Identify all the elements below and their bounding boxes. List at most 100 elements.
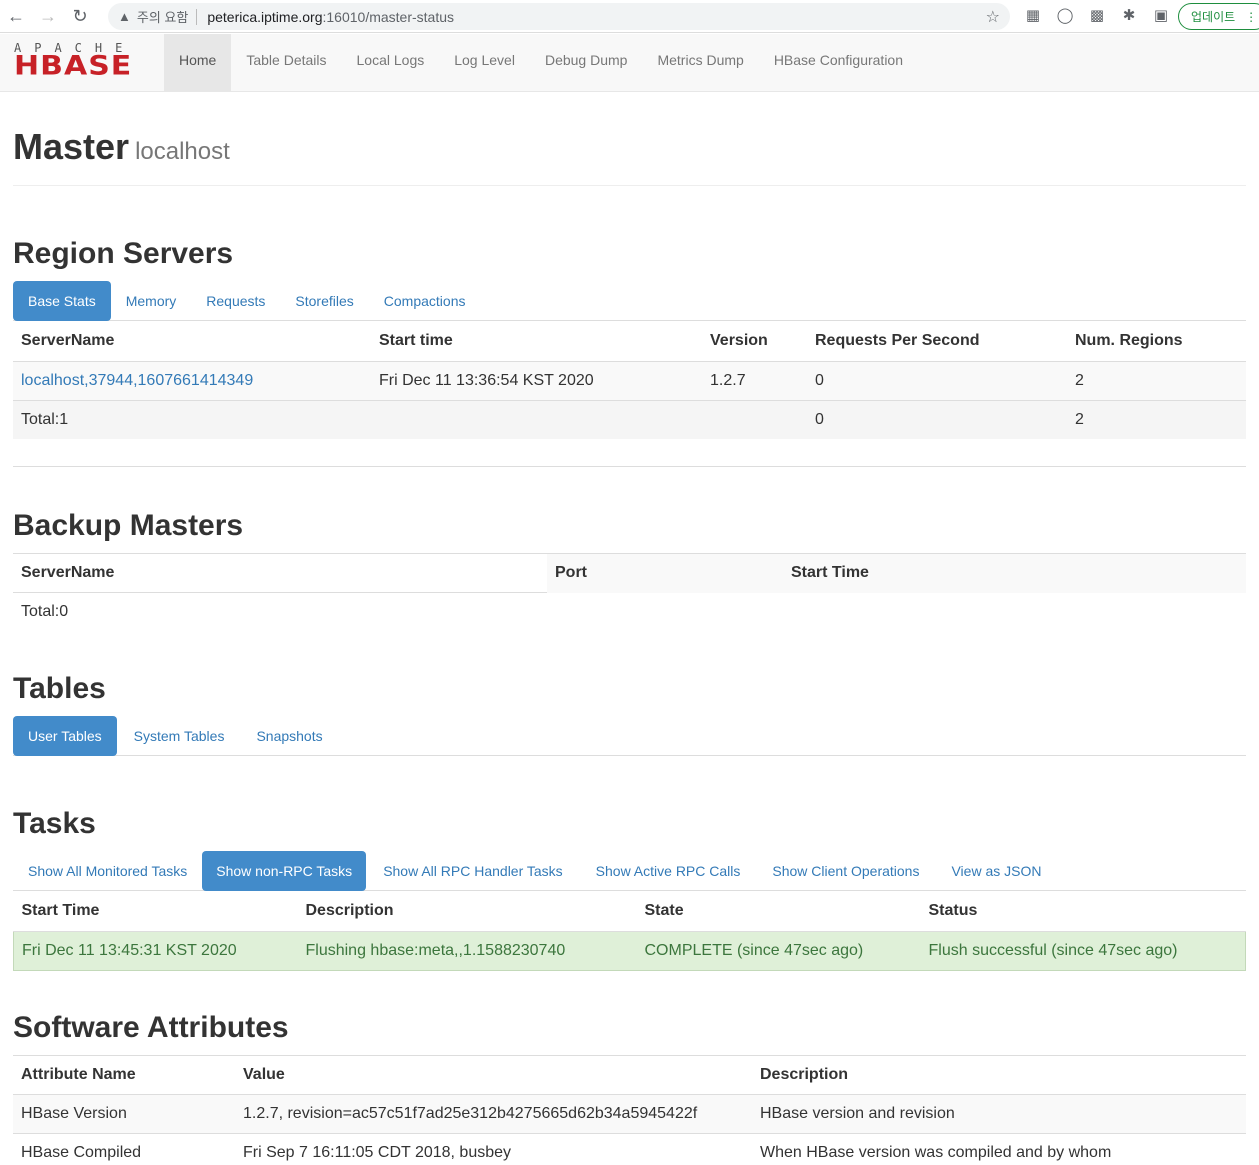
extension-box-icon[interactable]: ▣ [1152,7,1170,25]
not-secure-label: 주의 요함 [136,10,189,25]
tasks-tabs: Show All Monitored Tasks Show non-RPC Ta… [13,851,1246,891]
extension-circle-icon[interactable]: ◯ [1056,7,1074,25]
column-header: Value [235,1055,752,1095]
tab-client-operations[interactable]: Show Client Operations [756,851,935,891]
forward-icon[interactable]: → [32,0,64,33]
region-servers-heading: Region Servers [13,237,234,270]
tab-rpc-handler-tasks[interactable]: Show All RPC Handler Tasks [366,851,579,891]
tab-all-monitored-tasks[interactable]: Show All Monitored Tasks [13,851,202,891]
attribute-description-cell: When HBase version was compiled and by w… [752,1133,1246,1165]
column-header: Start Time [783,553,1246,593]
table-header-row: Start Time Description State Status [13,892,1246,932]
table-header-row: Attribute Name Value Description [13,1055,1246,1095]
url-path: :16010/master-status [322,8,455,25]
column-header: ServerName [13,553,547,593]
section-divider [13,466,1246,467]
tables-heading: Tables [13,672,106,705]
page-title-text: Master [13,126,130,167]
page-header: Master localhost [13,126,1246,186]
empty-cell [783,592,1246,632]
total-regions: 2 [1067,399,1246,439]
nav-links: Home Table Details Local Logs Log Level … [164,34,918,92]
region-servers-table: ServerName Start time Version Requests P… [13,322,1246,439]
empty-cell [547,592,783,632]
column-header: Version [702,322,807,362]
tab-storefiles[interactable]: Storefiles [280,281,368,321]
browser-toolbar: ← → ↻ ▲ 주의 요함 peterica.iptime.org:16010/… [0,0,1259,33]
tab-system-tables[interactable]: System Tables [117,716,242,756]
tab-active-rpc-calls[interactable]: Show Active RPC Calls [580,851,757,891]
backup-masters-table: ServerName Port Start Time Total:0 [13,553,1246,632]
empty-cell [371,399,702,439]
table-row: HBase Version 1.2.7, revision=ac57c51f7a… [13,1094,1246,1134]
column-header: Start Time [13,892,298,932]
backup-masters-heading: Backup Masters [13,509,244,542]
update-button[interactable]: 업데이트 ⋮ [1178,3,1259,30]
tasks-table: Start Time Description State Status Fri … [13,892,1246,971]
tab-memory[interactable]: Memory [111,281,192,321]
extension-qr-icon[interactable]: ▦ [1024,7,1042,25]
attribute-value-cell: Fri Sep 7 16:11:05 CDT 2018, busbey [235,1133,752,1165]
page-title: Master localhost [13,126,1246,168]
column-header: ServerName [13,322,371,362]
table-header-row: ServerName Port Start Time [13,553,1246,593]
tab-compactions[interactable]: Compactions [369,281,481,321]
task-status-cell: Flush successful (since 47sec ago) [920,930,1246,971]
nav-hbase-configuration[interactable]: HBase Configuration [759,34,918,92]
nav-local-logs[interactable]: Local Logs [342,34,440,92]
attribute-name-cell: HBase Version [13,1094,235,1134]
column-header: Start time [371,322,702,362]
menu-dots-icon[interactable]: ⋮ [1245,10,1257,24]
attribute-name-cell: HBase Compiled [13,1133,235,1165]
table-row: localhost,37944,1607661414349 Fri Dec 11… [13,360,1246,400]
tab-view-as-json[interactable]: View as JSON [935,851,1057,891]
regions-cell: 2 [1067,360,1246,400]
tables-tabs: User Tables System Tables Snapshots [13,716,1246,756]
version-cell: 1.2.7 [702,360,807,400]
tab-requests[interactable]: Requests [191,281,280,321]
hbase-navbar: APACHE HBASE Home Table Details Local Lo… [0,34,1259,92]
attribute-value-cell: 1.2.7, revision=ac57c51f7ad25e312b427566… [235,1094,752,1134]
software-attributes-heading: Software Attributes [13,1011,289,1044]
table-header-row: ServerName Start time Version Requests P… [13,322,1246,362]
back-icon[interactable]: ← [0,0,32,33]
reload-icon[interactable]: ↻ [64,0,96,33]
rps-cell: 0 [807,360,1067,400]
nav-table-details[interactable]: Table Details [231,34,341,92]
region-servers-tabs: Base Stats Memory Requests Storefiles Co… [13,281,1246,321]
bookmark-star-icon[interactable]: ☆ [986,7,1000,27]
table-row: HBase Compiled Fri Sep 7 16:11:05 CDT 20… [13,1133,1246,1165]
software-attributes-table: Attribute Name Value Description HBase V… [13,1055,1246,1165]
update-label: 업데이트 [1191,10,1236,24]
attribute-description-cell: HBase version and revision [752,1094,1246,1134]
start-time-cell: Fri Dec 11 13:36:54 KST 2020 [371,360,702,400]
nav-home[interactable]: Home [164,34,232,92]
page-subtitle: localhost [135,138,230,165]
tab-snapshots[interactable]: Snapshots [241,716,337,756]
column-header: State [636,892,921,932]
tasks-heading: Tasks [13,807,96,840]
task-description-cell: Flushing hbase:meta,,1.1588230740 [297,930,637,971]
column-header: Port [547,553,783,593]
extension-cast-icon[interactable]: ▩ [1088,7,1106,25]
column-header: Description [752,1055,1246,1095]
tab-user-tables[interactable]: User Tables [13,716,117,756]
column-header: Num. Regions [1067,322,1246,362]
url-host: peterica.iptime.org [207,8,323,25]
total-rps: 0 [807,399,1067,439]
hbase-logo[interactable]: APACHE HBASE [14,42,150,82]
tab-non-rpc-tasks[interactable]: Show non-RPC Tasks [202,851,367,891]
extensions-puzzle-icon[interactable]: ✱ [1120,7,1138,25]
total-label: Total:1 [13,399,371,439]
column-header: Attribute Name [13,1055,235,1095]
task-start-cell: Fri Dec 11 13:45:31 KST 2020 [13,930,298,971]
tab-base-stats[interactable]: Base Stats [13,281,111,321]
warning-icon: ▲ [118,9,131,24]
column-header: Description [297,892,637,932]
nav-log-level[interactable]: Log Level [439,34,530,92]
nav-metrics-dump[interactable]: Metrics Dump [642,34,758,92]
nav-debug-dump[interactable]: Debug Dump [530,34,643,92]
address-bar[interactable]: ▲ 주의 요함 peterica.iptime.org:16010/master… [108,3,1010,30]
server-name-link[interactable]: localhost,37944,1607661414349 [13,360,371,400]
total-label: Total:0 [13,592,547,632]
